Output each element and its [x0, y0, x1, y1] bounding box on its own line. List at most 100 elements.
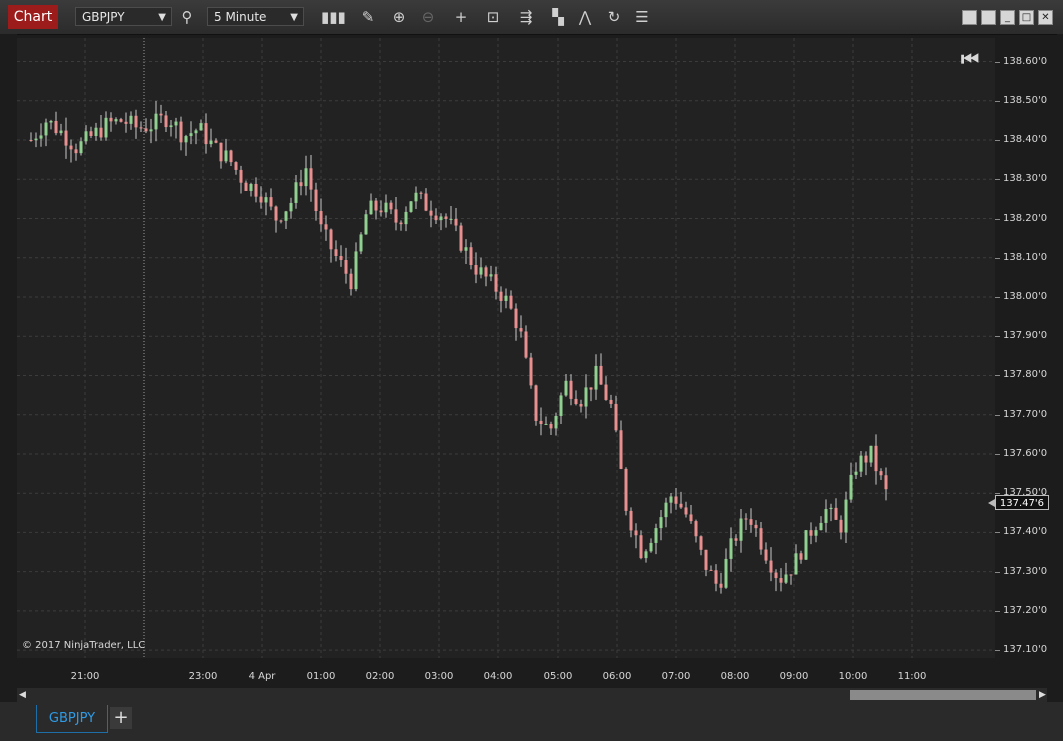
close-icon[interactable]: ✕ — [1038, 10, 1053, 25]
candle-body-down — [89, 131, 93, 137]
minimize-icon[interactable]: _ — [1000, 10, 1015, 25]
candle-body-down — [674, 496, 678, 504]
candle-body-down — [864, 455, 868, 463]
tab-gbpjpy[interactable]: GBPJPY — [36, 705, 108, 733]
candle-body-down — [689, 514, 693, 522]
candle-body-up — [354, 251, 358, 290]
candle-body-down — [634, 530, 638, 536]
bar-type-icon[interactable]: ▮▮▮ — [321, 7, 346, 27]
candle-body-up — [94, 127, 98, 137]
price-tick-label: 138.20'0 — [1003, 212, 1048, 224]
scroll-thumb[interactable] — [850, 690, 1036, 700]
candle-body-up — [359, 234, 363, 252]
candle-body-up — [284, 211, 288, 221]
candle-body-down — [539, 420, 543, 425]
candle-body-down — [499, 291, 503, 301]
candle-body-down — [629, 510, 633, 531]
price-tick-mark — [995, 296, 1000, 298]
reload-icon[interactable]: ↻ — [603, 7, 625, 27]
candle-body-up — [869, 445, 873, 463]
candle-body-down — [69, 145, 73, 150]
price-tick-mark — [995, 453, 1000, 455]
candle-body-down — [754, 524, 758, 529]
price-tick-label: 137.20'0 — [1003, 604, 1048, 616]
scroll-left-icon[interactable]: ◀ — [19, 690, 26, 700]
candle-body-down — [694, 521, 698, 537]
candle-body-down — [579, 403, 583, 407]
candle-body-up — [439, 216, 443, 221]
right-gutter — [1057, 34, 1063, 702]
price-tick-mark — [995, 532, 1000, 534]
instrument-selector[interactable]: GBPJPY ▼ — [75, 7, 172, 26]
price-tick-label: 137.10'0 — [1003, 644, 1048, 656]
candle-body-down — [259, 196, 263, 203]
zoom-out-icon[interactable]: ⊖ — [417, 7, 439, 27]
candle-body-down — [454, 218, 458, 226]
candle-body-up — [544, 423, 548, 425]
strategies-icon[interactable]: ▚ — [547, 7, 569, 27]
interval-selector[interactable]: 5 Minute ▼ — [207, 7, 304, 26]
properties-icon[interactable]: ⇶ — [515, 7, 537, 27]
chart-panel[interactable] — [17, 38, 995, 658]
tile-icon[interactable] — [962, 10, 977, 25]
candle-body-down — [789, 574, 793, 576]
candle-body-down — [134, 115, 138, 128]
chevron-down-icon: ▼ — [158, 12, 166, 23]
candle-body-up — [409, 201, 413, 212]
add-tab-button[interactable]: + — [110, 707, 132, 729]
candle-body-down — [734, 538, 738, 541]
data-box-icon[interactable]: ⊡ — [482, 7, 504, 27]
zoom-in-icon[interactable]: ⊕ — [388, 7, 410, 27]
candle-body-up — [404, 211, 408, 225]
candle-body-down — [139, 127, 143, 129]
chart-window-title[interactable]: Chart — [8, 5, 58, 29]
candle-body-up — [149, 129, 153, 132]
candle-body-down — [334, 249, 338, 257]
time-tick-label: 04:00 — [483, 671, 513, 682]
candle-body-down — [234, 162, 238, 170]
candle-body-up — [654, 528, 658, 543]
candle-body-up — [294, 182, 298, 203]
candle-body-down — [459, 225, 463, 251]
candle-body-down — [514, 308, 518, 329]
candle-body-down — [229, 150, 233, 163]
time-tick-label: 06:00 — [602, 671, 632, 682]
candle-body-up — [129, 115, 133, 124]
drawing-tools-icon[interactable]: ⋀ — [574, 7, 596, 27]
candle-body-up — [464, 247, 468, 251]
scroll-right-icon[interactable]: ▶ — [1039, 690, 1046, 700]
crosshair-icon[interactable]: + — [450, 7, 472, 27]
candle-body-down — [809, 530, 813, 536]
candle-body-up — [169, 125, 173, 128]
candle-body-up — [174, 121, 178, 126]
candle-body-down — [609, 399, 613, 404]
candle-body-up — [249, 183, 253, 191]
candle-body-down — [744, 518, 748, 520]
candle-body-down — [279, 220, 283, 222]
maximize-icon[interactable]: □ — [1019, 10, 1034, 25]
candle-body-down — [884, 475, 888, 490]
candle-body-down — [179, 121, 183, 143]
candle-body-up — [859, 455, 863, 472]
candle-body-up — [289, 202, 293, 212]
candle-body-up — [59, 130, 63, 134]
candle-body-up — [829, 507, 833, 510]
candle-body-up — [814, 530, 818, 536]
tile-icon[interactable] — [981, 10, 996, 25]
candle-body-up — [824, 509, 828, 523]
time-axis[interactable]: 21:00 23:00 4 Apr 01:00 02:00 03:00 04:00 05:00… — [17, 658, 995, 688]
candle-body-up — [114, 119, 118, 122]
pencil-icon[interactable]: ✎ — [357, 7, 379, 27]
scroll-to-start-icon[interactable]: ⏮ — [961, 47, 979, 71]
list-icon[interactable]: ☰ — [631, 7, 653, 27]
candlestick-chart[interactable] — [17, 38, 995, 658]
price-tick-mark — [995, 375, 1000, 377]
search-icon[interactable]: ⚲ — [176, 7, 198, 27]
price-tick-mark — [995, 218, 1000, 220]
candle-body-down — [834, 507, 838, 520]
left-gutter — [0, 34, 17, 702]
price-axis[interactable]: 138.60'0 138.50'0 138.40'0 138.30'0 138.20'0… — [995, 38, 1057, 658]
candle-body-down — [619, 430, 623, 469]
candle-body-up — [819, 522, 823, 531]
horizontal-scrollbar[interactable]: ◀ ▶ — [17, 688, 1047, 702]
